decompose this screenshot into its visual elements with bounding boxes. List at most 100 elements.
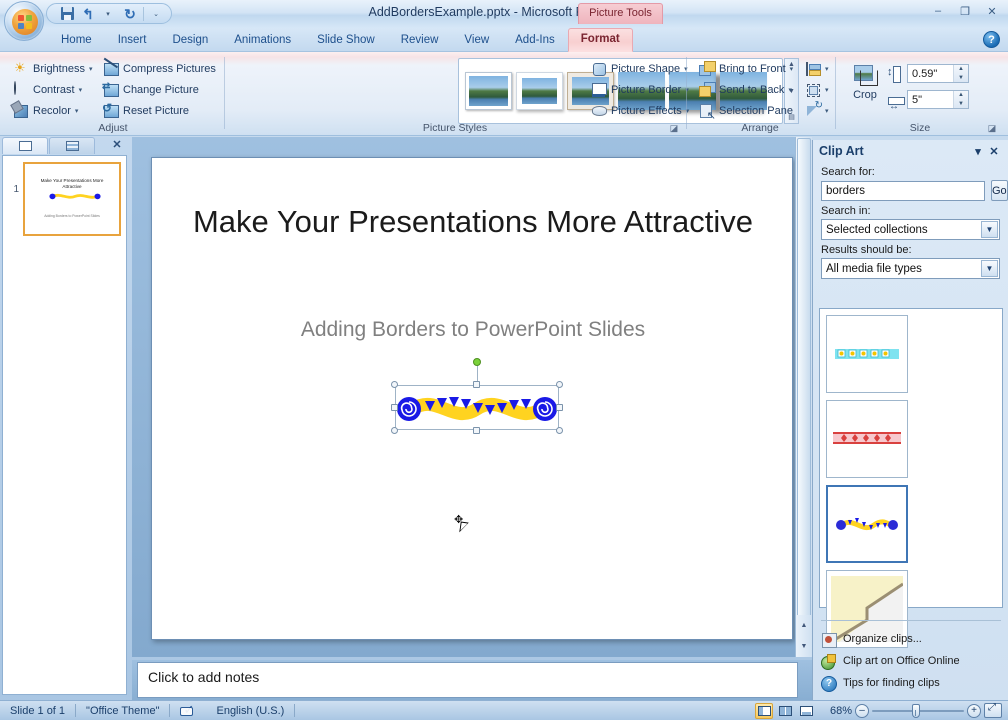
selected-clip-art-object[interactable]	[391, 358, 563, 434]
spell-check-status[interactable]	[170, 702, 206, 720]
resize-handle-nw[interactable]	[391, 381, 398, 388]
spin-up-icon[interactable]: ▲	[958, 92, 964, 98]
save-button[interactable]	[57, 5, 77, 22]
rotate-button[interactable]: ▾	[802, 100, 832, 121]
search-input[interactable]	[821, 180, 985, 201]
zoom-level-label[interactable]: 68%	[818, 705, 852, 717]
resize-handle-e[interactable]	[556, 403, 563, 411]
slide-edit-area[interactable]: Make Your Presentations More Attractive …	[132, 137, 812, 657]
picture-effects-button[interactable]: Picture Effects ▾	[586, 100, 694, 121]
contrast-button[interactable]: Contrast ▾	[8, 79, 98, 100]
tab-slides[interactable]	[2, 137, 48, 154]
close-slides-pane-button[interactable]: ✕	[110, 138, 124, 152]
zoom-out-button[interactable]: –	[855, 703, 869, 718]
resize-handle-ne[interactable]	[556, 381, 563, 388]
shape-width-input[interactable]	[908, 91, 952, 108]
maximize-button[interactable]: ❐	[953, 2, 977, 20]
spin-up-icon[interactable]: ▲	[958, 66, 964, 72]
tab-insert[interactable]: Insert	[105, 29, 160, 52]
resize-handle-se[interactable]	[556, 427, 563, 434]
reset-picture-button[interactable]: Reset Picture	[98, 100, 221, 121]
pane-menu-icon[interactable]: ▾	[970, 145, 986, 158]
slide-indicator[interactable]: Slide 1 of 1	[0, 702, 75, 720]
send-to-back-button[interactable]: Send to Back ▾	[694, 79, 798, 100]
office-button[interactable]	[4, 1, 44, 41]
go-button[interactable]: Go	[991, 180, 1008, 201]
crop-button[interactable]: Crop	[844, 60, 886, 101]
tab-home[interactable]: Home	[48, 29, 105, 52]
bring-to-front-button[interactable]: Bring to Front ▾	[694, 58, 798, 79]
previous-slide-icon[interactable]: ▲	[801, 622, 808, 629]
resize-handle-sw[interactable]	[391, 427, 398, 434]
picture-style-option[interactable]	[516, 72, 563, 110]
slide-scroll-buttons[interactable]: ▲ ▼	[795, 615, 812, 657]
shape-width-spinner[interactable]: ▲ ▼	[953, 91, 968, 108]
slide-thumbnail[interactable]: Make Your Presentations More Attractive …	[23, 162, 121, 236]
change-picture-button[interactable]: Change Picture	[98, 79, 221, 100]
group-button[interactable]: ▾	[802, 79, 832, 100]
redo-button[interactable]: ↻	[120, 5, 140, 22]
slide-vertical-scrollbar[interactable]	[795, 137, 812, 657]
slide-subtitle-text[interactable]: Adding Borders to PowerPoint Slides	[192, 318, 754, 342]
tab-outline[interactable]	[49, 137, 95, 154]
picture-style-option[interactable]	[465, 72, 512, 110]
shape-height-field[interactable]: ▲ ▼	[907, 64, 969, 83]
resize-handle-w[interactable]	[391, 403, 398, 411]
results-type-select[interactable]: All media file types ▼	[821, 258, 1000, 279]
recolor-button[interactable]: Recolor ▾	[8, 100, 98, 121]
scrollbar-thumb[interactable]	[797, 138, 811, 624]
clip-art-result-red-diamond[interactable]	[826, 400, 908, 478]
view-normal-button[interactable]	[755, 702, 773, 719]
tab-format[interactable]: Format	[567, 28, 633, 52]
organize-clips-link[interactable]: Organize clips...	[821, 628, 1003, 650]
zoom-in-button[interactable]: +	[967, 703, 981, 718]
spin-down-icon[interactable]: ▼	[958, 75, 964, 81]
notes-placeholder[interactable]: Click to add notes	[137, 662, 798, 698]
align-button[interactable]: ▾	[802, 58, 832, 79]
rotation-handle[interactable]	[473, 358, 481, 366]
tab-animations[interactable]: Animations	[221, 29, 304, 52]
close-button[interactable]: ✕	[980, 2, 1004, 20]
picture-styles-dialog-launcher[interactable]: ◪	[668, 122, 680, 134]
view-slide-show-button[interactable]	[797, 703, 815, 719]
chevron-down-icon[interactable]: ▼	[981, 221, 998, 238]
shape-width-field[interactable]: ▲ ▼	[907, 90, 969, 109]
undo-button[interactable]: ↰	[78, 5, 98, 22]
clip-art-office-online-link[interactable]: Clip art on Office Online	[821, 650, 1003, 672]
search-in-select[interactable]: Selected collections ▼	[821, 219, 1000, 240]
fit-slide-to-window-button[interactable]	[984, 702, 1002, 718]
view-slide-sorter-button[interactable]	[776, 703, 794, 719]
slide-title-text[interactable]: Make Your Presentations More Attractive	[192, 198, 754, 245]
minimize-button[interactable]: –	[926, 2, 950, 20]
clip-art-result-blue-square-dots[interactable]	[826, 315, 908, 393]
help-icon[interactable]: ?	[983, 31, 1000, 48]
tab-design[interactable]: Design	[159, 29, 221, 52]
resize-handle-s[interactable]	[473, 427, 480, 434]
selection-pane-button[interactable]: Selection Pane	[694, 100, 798, 122]
customize-qat-button[interactable]: ⌄	[147, 5, 167, 22]
slide-canvas[interactable]: Make Your Presentations More Attractive …	[151, 157, 793, 640]
clip-art-result-yellow-wave-swirl[interactable]	[826, 485, 908, 563]
tab-slide-show[interactable]: Slide Show	[304, 29, 388, 52]
spin-down-icon[interactable]: ▼	[958, 101, 964, 107]
slide-thumbnail-item[interactable]: 1 Make Your Presentations More Attractiv…	[7, 162, 122, 236]
size-dialog-launcher[interactable]: ◪	[986, 122, 998, 134]
chevron-down-icon[interactable]: ▼	[981, 260, 998, 277]
next-slide-icon[interactable]: ▼	[801, 643, 808, 650]
undo-dropdown[interactable]: ▾	[99, 5, 119, 22]
tab-add-ins[interactable]: Add-Ins	[502, 29, 568, 52]
picture-border-button[interactable]: Picture Border ▾	[586, 79, 694, 100]
tips-for-finding-clips-link[interactable]: Tips for finding clips	[821, 672, 1003, 694]
shape-height-spinner[interactable]: ▲ ▼	[953, 65, 968, 82]
notes-pane[interactable]: Click to add notes	[132, 660, 812, 700]
language-indicator[interactable]: English (U.S.)	[206, 702, 294, 720]
compress-pictures-button[interactable]: Compress Pictures	[98, 58, 221, 79]
close-clip-art-pane-button[interactable]: ✕	[986, 145, 1002, 158]
zoom-slider-knob[interactable]	[912, 703, 920, 718]
tab-review[interactable]: Review	[388, 29, 452, 52]
picture-shape-button[interactable]: Picture Shape ▾	[586, 58, 694, 79]
slides-pane-list[interactable]: 1 Make Your Presentations More Attractiv…	[2, 155, 127, 695]
brightness-button[interactable]: Brightness ▾	[8, 58, 98, 79]
theme-indicator[interactable]: "Office Theme"	[76, 702, 169, 720]
shape-height-input[interactable]	[908, 65, 952, 82]
